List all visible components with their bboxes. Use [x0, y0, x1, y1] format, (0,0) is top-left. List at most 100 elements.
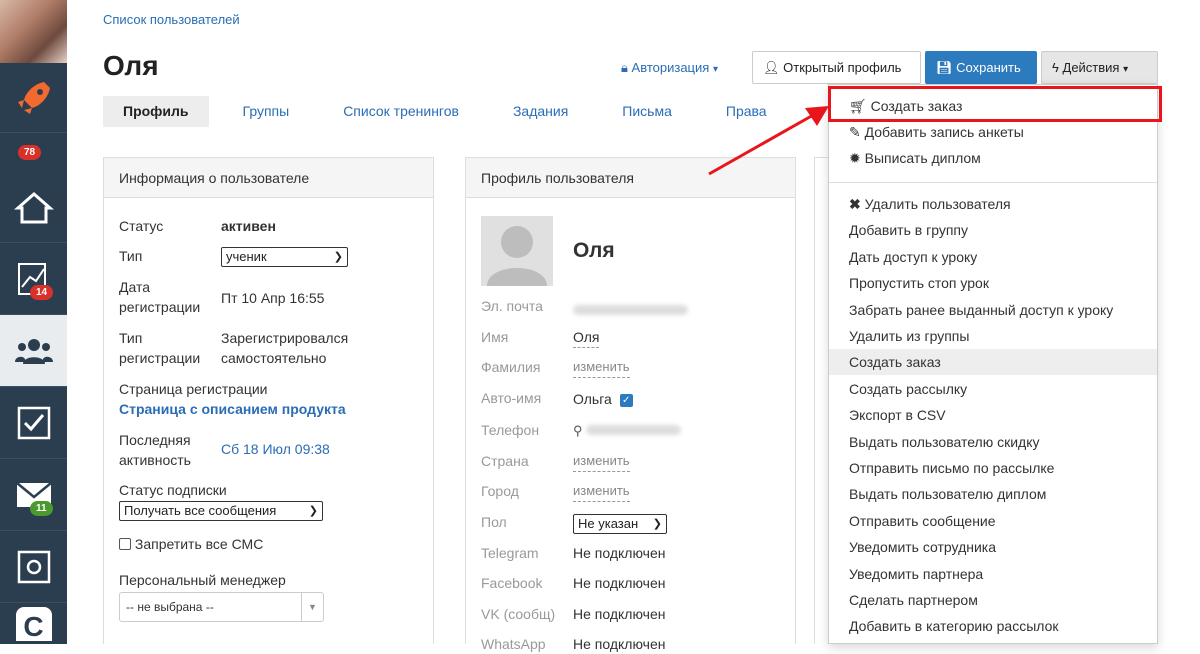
profile-name: Оля: [573, 239, 615, 262]
menu-divider: [829, 182, 1157, 183]
gender-select-value: Не указан: [578, 516, 639, 531]
checkbox-icon: [17, 406, 50, 439]
main-content: Список пользователей Оля 🔒︎ Авторизация …: [67, 0, 1200, 652]
avatar[interactable]: [0, 0, 67, 63]
menu-item-make-partner[interactable]: Сделать партнером: [829, 587, 1157, 613]
gender-select[interactable]: Не указан ❯: [573, 514, 667, 534]
menu-item-send-mailing-letter[interactable]: Отправить письмо по рассылке: [829, 455, 1157, 481]
authorization-dropdown[interactable]: 🔒︎ Авторизация ▾: [621, 52, 718, 84]
annotation-arrow-icon: [708, 106, 829, 176]
menu-item-create-order[interactable]: Создать заказ: [829, 349, 1157, 375]
menu-item-issue-diploma[interactable]: ✹ Выписать диплом: [829, 145, 1157, 171]
open-profile-label: Открытый профиль: [783, 60, 902, 75]
vk-label: VK (сообщ): [481, 606, 556, 622]
bolt-icon: ϟ: [1052, 60, 1059, 75]
reg-type-value: Зарегистрировался самостоятельно: [221, 330, 349, 366]
save-button[interactable]: 💾︎ Сохранить: [925, 51, 1037, 84]
sidebar-item-notifications[interactable]: 78: [0, 133, 67, 173]
menu-item-add-survey-entry[interactable]: ✎ Добавить запись анкеты: [829, 119, 1157, 145]
menu-item-add-to-mailing-category[interactable]: Добавить в категорию рассылок: [829, 613, 1157, 639]
telegram-status: Не подключен: [573, 545, 666, 561]
menu-item-revoke-lesson[interactable]: Забрать ранее выданный доступ к уроку: [829, 297, 1157, 323]
menu-item-send-message[interactable]: Отправить сообщение: [829, 508, 1157, 534]
close-icon: ✖: [849, 196, 861, 212]
facebook-status: Не подключен: [573, 575, 666, 591]
menu-item-delete-user[interactable]: ✖ Удалить пользователя: [829, 191, 1157, 217]
open-profile-button[interactable]: 👤︎ Открытый профиль: [752, 51, 921, 84]
actions-dropdown-button[interactable]: ϟ Действия ▾: [1041, 51, 1158, 84]
first-name-value[interactable]: Оля: [573, 327, 600, 348]
menu-item-give-discount[interactable]: Выдать пользователю скидку: [829, 429, 1157, 455]
users-icon: [14, 338, 53, 364]
tab-groups[interactable]: Группы: [223, 96, 310, 127]
reg-date-value: Пт 10 Апр 16:55: [221, 290, 325, 306]
manager-select[interactable]: -- не выбрана -- ▼: [119, 592, 324, 622]
last-name-change-link[interactable]: изменить: [573, 357, 630, 378]
breadcrumb[interactable]: Список пользователей: [103, 12, 240, 27]
vk-status: Не подключен: [573, 606, 666, 622]
telegram-label: Telegram: [481, 545, 539, 561]
sidebar-item-brand[interactable]: C: [0, 603, 67, 644]
city-label: Город: [481, 483, 519, 499]
menu-item-add-to-group[interactable]: Добавить в группу: [829, 217, 1157, 243]
tab-profile[interactable]: Профиль: [103, 96, 209, 127]
country-change-link[interactable]: изменить: [573, 451, 630, 472]
rocket-icon: [17, 81, 50, 114]
highlight-box: [828, 86, 1162, 122]
manager-label: Персональный менеджер: [119, 572, 286, 588]
city-change-link[interactable]: изменить: [573, 481, 630, 502]
last-activity-value[interactable]: Сб 18 Июл 09:38: [221, 439, 330, 459]
type-label: Тип: [119, 248, 143, 264]
menu-item-create-mailing[interactable]: Создать рассылку: [829, 376, 1157, 402]
subscription-label: Статус подписки: [119, 482, 227, 498]
actions-label: Действия: [1062, 60, 1120, 75]
subscription-select[interactable]: Получать все сообщения ❯: [119, 501, 323, 521]
checkbox[interactable]: [119, 538, 131, 550]
floppy-icon: 💾︎: [936, 60, 953, 75]
sidebar-item-rocket[interactable]: [0, 63, 67, 133]
authorization-label: Авторизация: [631, 60, 710, 75]
menu-item-notify-employee[interactable]: Уведомить сотрудника: [829, 534, 1157, 560]
menu-item-export-csv[interactable]: Экспорт в CSV: [829, 402, 1157, 428]
last-name-label: Фамилия: [481, 359, 541, 375]
menu-item-remove-from-group[interactable]: Удалить из группы: [829, 323, 1157, 349]
tab-trainings[interactable]: Список тренингов: [323, 96, 479, 127]
menu-item-grant-lesson[interactable]: Дать доступ к уроку: [829, 244, 1157, 270]
phone-value-redacted: ⚲: [573, 420, 682, 441]
checked-checkbox-icon[interactable]: ✓: [619, 394, 633, 407]
email-value-redacted: [573, 300, 688, 320]
auto-name-value: Ольга ✓: [573, 389, 633, 409]
tab-letters[interactable]: Письма: [602, 96, 692, 127]
subscription-select-value: Получать все сообщения: [124, 503, 277, 518]
menu-item-give-diploma[interactable]: Выдать пользователю диплом: [829, 481, 1157, 507]
manager-select-value: -- не выбрана --: [126, 600, 214, 614]
sidebar-item-tasks-chart[interactable]: 14: [0, 243, 67, 315]
chevron-down-icon: ❯: [308, 505, 318, 517]
sidebar-item-users[interactable]: [0, 315, 67, 387]
sidebar-item-home[interactable]: [0, 173, 67, 243]
tab-assignments[interactable]: Задания: [493, 96, 588, 127]
whatsapp-status: Не подключен: [573, 636, 666, 652]
email-label: Эл. почта: [481, 298, 543, 314]
tasks-badge: 14: [30, 285, 54, 300]
sms-checkbox-row[interactable]: Запретить все СМС: [119, 534, 263, 554]
menu-item-notify-partner[interactable]: Уведомить партнера: [829, 561, 1157, 587]
menu-item-skip-stop-lesson[interactable]: Пропустить стоп урок: [829, 270, 1157, 296]
whatsapp-label: WhatsApp: [481, 636, 546, 652]
reg-page-label: Страница регистрации: [119, 381, 268, 397]
avatar-placeholder: [481, 216, 553, 286]
panel-title: Информация о пользователе: [104, 158, 433, 198]
caret-down-icon: ▾: [1123, 64, 1129, 75]
brand-logo-icon: C: [15, 606, 52, 642]
search-icon[interactable]: ⚲: [573, 423, 583, 438]
reg-page-link[interactable]: Страница с описанием продукта: [119, 399, 346, 419]
status-label: Статус: [119, 218, 164, 234]
sidebar-item-safe[interactable]: [0, 531, 67, 603]
save-label: Сохранить: [956, 60, 1021, 75]
lock-icon: 🔒︎: [621, 60, 628, 75]
sidebar-item-checklist[interactable]: [0, 387, 67, 459]
sidebar-item-mail[interactable]: 11: [0, 459, 67, 531]
status-value: активен: [221, 218, 276, 234]
caret-down-icon: ▾: [712, 64, 718, 75]
type-select[interactable]: ученик ❯: [221, 247, 348, 267]
